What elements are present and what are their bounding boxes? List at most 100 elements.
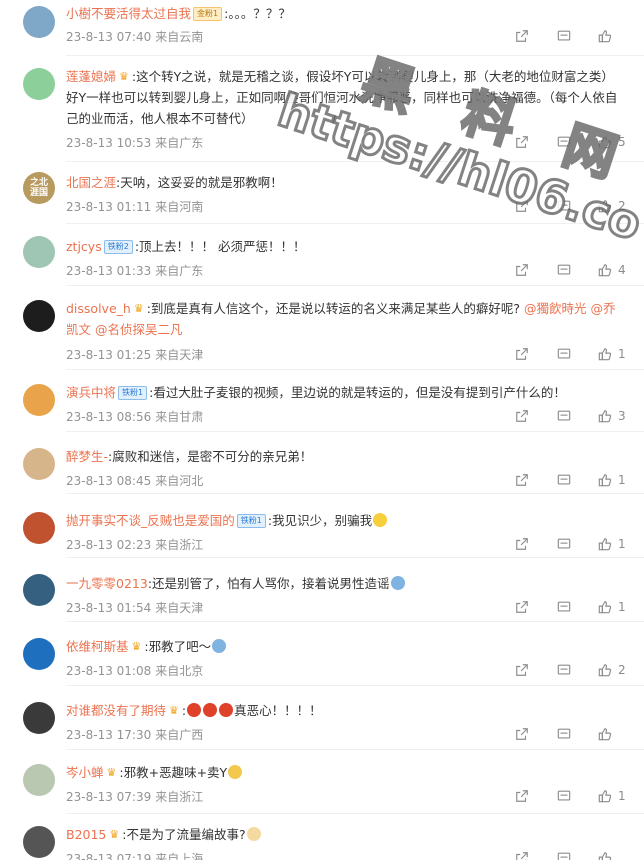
share-icon[interactable] — [514, 408, 530, 424]
comment-icon[interactable] — [556, 662, 572, 678]
share-icon[interactable] — [514, 198, 530, 214]
like-button[interactable]: 5 — [598, 135, 626, 149]
share-icon[interactable] — [514, 850, 530, 860]
avatar[interactable] — [23, 826, 55, 858]
comment-location: 来自河北 — [155, 474, 204, 488]
comment-date: 23-8-13 01:54 — [66, 601, 152, 615]
avatar[interactable] — [23, 236, 55, 268]
avatar[interactable] — [23, 384, 55, 416]
avatar[interactable] — [23, 300, 55, 332]
username[interactable]: 岑小蝉 — [66, 765, 104, 780]
share-icon[interactable] — [514, 726, 530, 742]
avatar[interactable] — [23, 68, 55, 100]
comment-text: 真恶心！！！！ — [234, 703, 322, 718]
comment-icon[interactable] — [556, 28, 572, 44]
facepalm-emoji-icon — [390, 576, 405, 590]
share-icon[interactable] — [514, 262, 530, 278]
comment-location: 来自北京 — [155, 664, 204, 678]
share-icon[interactable] — [514, 536, 530, 552]
username[interactable]: 对谁都没有了期待 — [66, 703, 166, 718]
comment-icon[interactable] — [556, 850, 572, 860]
like-count: 2 — [618, 663, 626, 677]
comment-date: 23-8-13 17:30 — [66, 728, 152, 742]
like-button[interactable]: 1 — [598, 347, 626, 361]
avatar[interactable] — [23, 574, 55, 606]
like-count: 1 — [618, 347, 626, 361]
username[interactable]: 抛开事实不谈_反贼也是爱国的 — [66, 513, 235, 528]
like-button[interactable]: 1 — [598, 600, 626, 614]
like-button[interactable]: 3 — [598, 409, 626, 423]
comment-icon[interactable] — [556, 536, 572, 552]
comment-text: :到底是真有人信这个，还是说以转运的名义来满足某些人的癖好呢? — [146, 301, 521, 316]
username[interactable]: 莲蓬媳婦 — [66, 69, 116, 84]
like-button[interactable]: 2 — [598, 663, 626, 677]
mention-link[interactable]: @獨飲時光 — [524, 301, 587, 316]
username[interactable]: 一九零零0213 — [66, 576, 148, 591]
avatar[interactable] — [23, 764, 55, 796]
like-button[interactable] — [598, 851, 626, 860]
share-icon[interactable] — [514, 662, 530, 678]
username[interactable]: 北国之涯 — [66, 175, 116, 190]
comment-icon[interactable] — [556, 198, 572, 214]
username[interactable]: B2015 — [66, 827, 106, 842]
like-button[interactable]: 1 — [598, 473, 626, 487]
thumbs-up-icon — [598, 790, 612, 803]
avatar[interactable] — [23, 512, 55, 544]
username[interactable]: 依维柯斯基 — [66, 639, 129, 654]
comment-item: dissolve_h ♛:到底是真有人信这个，还是说以转运的名义来满足某些人的癖好… — [0, 286, 644, 370]
comment-icon[interactable] — [556, 408, 572, 424]
angry-emoji-icon — [187, 703, 202, 717]
avatar[interactable] — [23, 448, 55, 480]
like-count: 1 — [618, 789, 626, 803]
username[interactable]: 演兵中将 — [66, 385, 116, 400]
fan-badge: 金粉1 — [193, 7, 223, 21]
comment-icon[interactable] — [556, 472, 572, 488]
comment-icon[interactable] — [556, 346, 572, 362]
like-button[interactable]: 4 — [598, 263, 626, 277]
like-button[interactable]: 1 — [598, 537, 626, 551]
comment-actions: 5 — [488, 134, 626, 150]
share-icon[interactable] — [514, 788, 530, 804]
comment-item: 小樹不要活得太过自我 金粉1:。。。？？？ 23-8-13 07:40 来自云南 — [0, 0, 644, 56]
comment-location: 来自广东 — [155, 136, 204, 150]
comment-location: 来自甘肃 — [155, 410, 204, 424]
like-button[interactable] — [598, 29, 626, 43]
share-icon[interactable] — [514, 599, 530, 615]
fan-badge: 铁粉1 — [118, 386, 148, 400]
share-icon[interactable] — [514, 472, 530, 488]
shrug-emoji-icon — [228, 765, 243, 779]
like-button[interactable] — [598, 727, 626, 741]
comment-content: 岑小蝉 ♛:邪教+恶趣味+卖Y — [66, 762, 624, 783]
comment-text: :天呐，这妥妥的就是邪教啊！ — [116, 175, 283, 190]
mention-link[interactable]: @名侦探吴二凡 — [95, 322, 183, 337]
comment-icon[interactable] — [556, 599, 572, 615]
comment-content: ztjcys 铁粉2:顶上去！！！ 必须严惩！！！ — [66, 236, 624, 257]
share-icon[interactable] — [514, 28, 530, 44]
comment-content: 醉梦生-:腐败和迷信，是密不可分的亲兄弟！ — [66, 446, 624, 467]
comment-location: 来自广西 — [155, 728, 204, 742]
avatar[interactable] — [23, 702, 55, 734]
username[interactable]: 醉梦生- — [66, 449, 108, 464]
comment-icon[interactable] — [556, 726, 572, 742]
comment-date: 23-8-13 07:19 — [66, 852, 152, 860]
comment-icon[interactable] — [556, 262, 572, 278]
comment-actions — [488, 726, 626, 742]
comment-date: 23-8-13 07:40 — [66, 30, 152, 44]
username[interactable]: dissolve_h — [66, 301, 131, 316]
username[interactable]: 小樹不要活得太过自我 — [66, 6, 191, 21]
like-button[interactable]: 1 — [598, 789, 626, 803]
comment-meta: 23-8-13 01:08 来自北京 — [66, 662, 207, 679]
share-icon[interactable] — [514, 346, 530, 362]
avatar[interactable]: 之北 涯国 — [23, 172, 55, 204]
comment-icon[interactable] — [556, 134, 572, 150]
avatar[interactable] — [23, 6, 55, 38]
like-button[interactable]: 2 — [598, 199, 626, 213]
comment-content: B2015 ♛:不是为了流量编故事? — [66, 824, 624, 845]
angry-emoji-icon — [219, 703, 234, 717]
comment-icon[interactable] — [556, 788, 572, 804]
username[interactable]: ztjcys — [66, 239, 102, 254]
comment-meta: 23-8-13 01:11 来自河南 — [66, 198, 207, 215]
share-icon[interactable] — [514, 134, 530, 150]
avatar[interactable] — [23, 638, 55, 670]
crown-icon: ♛ — [133, 302, 144, 315]
